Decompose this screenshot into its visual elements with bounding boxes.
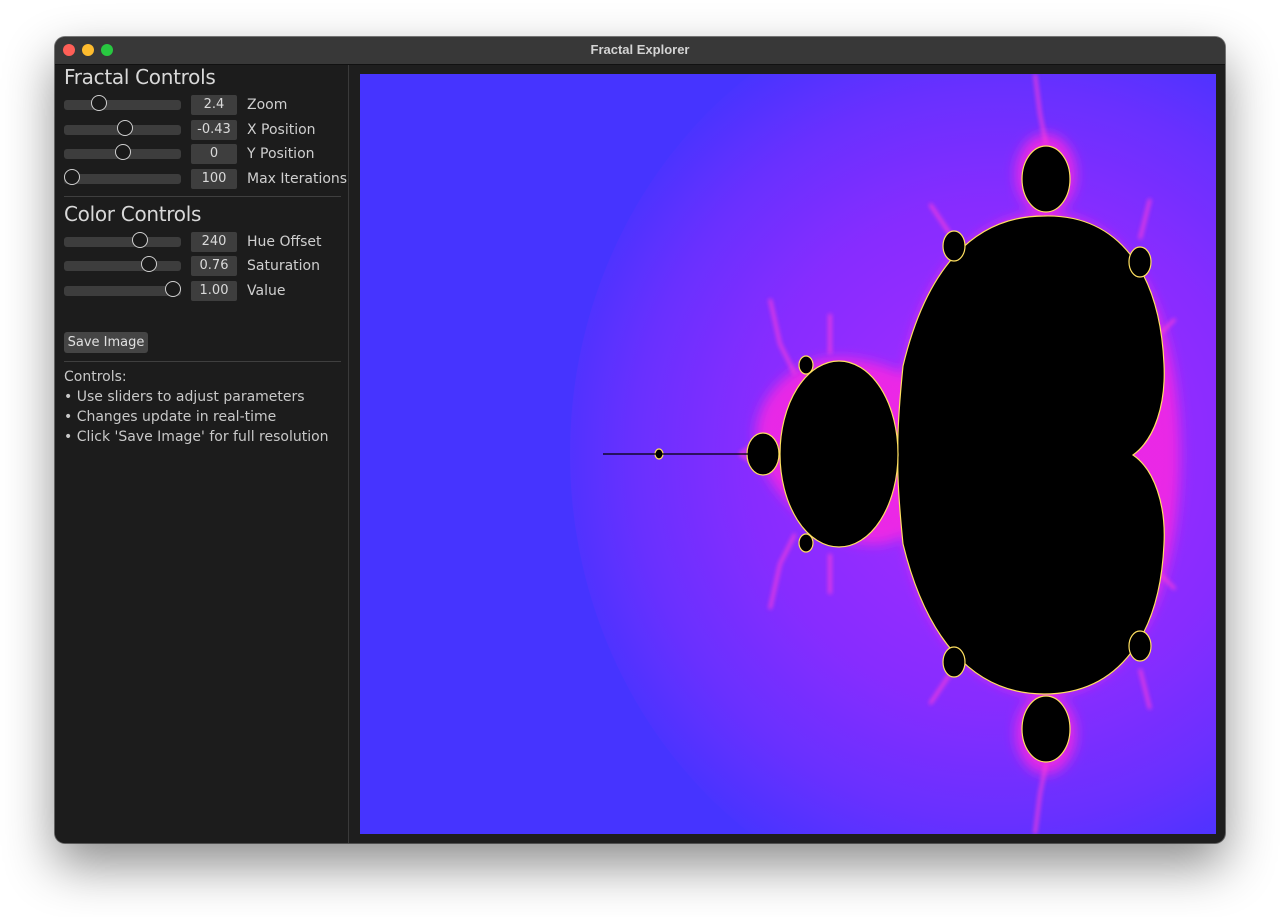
zoom-label: Zoom xyxy=(247,97,288,113)
title-bar: Fractal Explorer xyxy=(55,37,1225,65)
help-text: Controls: • Use sliders to adjust parame… xyxy=(64,367,329,447)
help-line: • Click 'Save Image' for full resolution xyxy=(64,429,329,445)
zoom-slider-knob[interactable] xyxy=(91,95,108,111)
value-row: 1.00 Value xyxy=(55,281,348,301)
y-position-slider-knob[interactable] xyxy=(114,144,131,160)
zoom-value[interactable]: 2.4 xyxy=(191,95,237,115)
x-position-slider-knob[interactable] xyxy=(116,120,133,136)
max-iterations-row: 100 Max Iterations xyxy=(55,169,348,189)
y-position-slider[interactable] xyxy=(64,144,181,160)
saturation-row: 0.76 Saturation xyxy=(55,256,348,276)
value-label: Value xyxy=(247,283,286,299)
saturation-slider-knob[interactable] xyxy=(140,256,157,272)
y-position-value[interactable]: 0 xyxy=(191,144,237,164)
color-controls-heading: Color Controls xyxy=(64,202,202,226)
save-image-button[interactable]: Save Image xyxy=(64,332,148,353)
y-position-label: Y Position xyxy=(247,146,315,162)
help-line: • Changes update in real-time xyxy=(64,409,277,425)
zoom-slider[interactable] xyxy=(64,95,181,111)
controls-sidebar: Fractal Controls 2.4 Zoom -0.43 X Positi… xyxy=(55,65,349,843)
saturation-label: Saturation xyxy=(247,258,320,274)
value-value[interactable]: 1.00 xyxy=(191,281,237,301)
max-iterations-slider-knob[interactable] xyxy=(64,169,80,185)
max-iterations-value[interactable]: 100 xyxy=(191,169,237,189)
zoom-row: 2.4 Zoom xyxy=(55,95,348,115)
x-position-label: X Position xyxy=(247,122,316,138)
hue-offset-slider[interactable] xyxy=(64,232,181,248)
x-position-value[interactable]: -0.43 xyxy=(191,120,237,140)
x-position-slider[interactable] xyxy=(64,120,181,136)
max-iterations-slider[interactable] xyxy=(64,169,181,185)
value-slider[interactable] xyxy=(64,281,181,297)
section-divider xyxy=(64,196,341,197)
max-iterations-label: Max Iterations xyxy=(247,171,348,187)
help-divider xyxy=(64,361,341,362)
x-position-row: -0.43 X Position xyxy=(55,120,348,140)
help-line: • Use sliders to adjust parameters xyxy=(64,389,305,405)
app-window: Fractal Explorer Fractal Controls 2.4 Zo… xyxy=(55,37,1225,843)
hue-offset-slider-knob[interactable] xyxy=(131,232,148,248)
help-heading: Controls: xyxy=(64,369,127,385)
saturation-slider[interactable] xyxy=(64,256,181,272)
fractal-controls-heading: Fractal Controls xyxy=(64,65,216,89)
saturation-value[interactable]: 0.76 xyxy=(191,256,237,276)
hue-offset-row: 240 Hue Offset xyxy=(55,232,348,252)
hue-offset-label: Hue Offset xyxy=(247,234,322,250)
fractal-canvas[interactable] xyxy=(360,74,1216,834)
hue-offset-value[interactable]: 240 xyxy=(191,232,237,252)
window-title: Fractal Explorer xyxy=(590,42,690,57)
y-position-row: 0 Y Position xyxy=(55,144,348,164)
value-slider-knob[interactable] xyxy=(165,281,181,297)
mandelbrot-image xyxy=(360,74,1216,834)
